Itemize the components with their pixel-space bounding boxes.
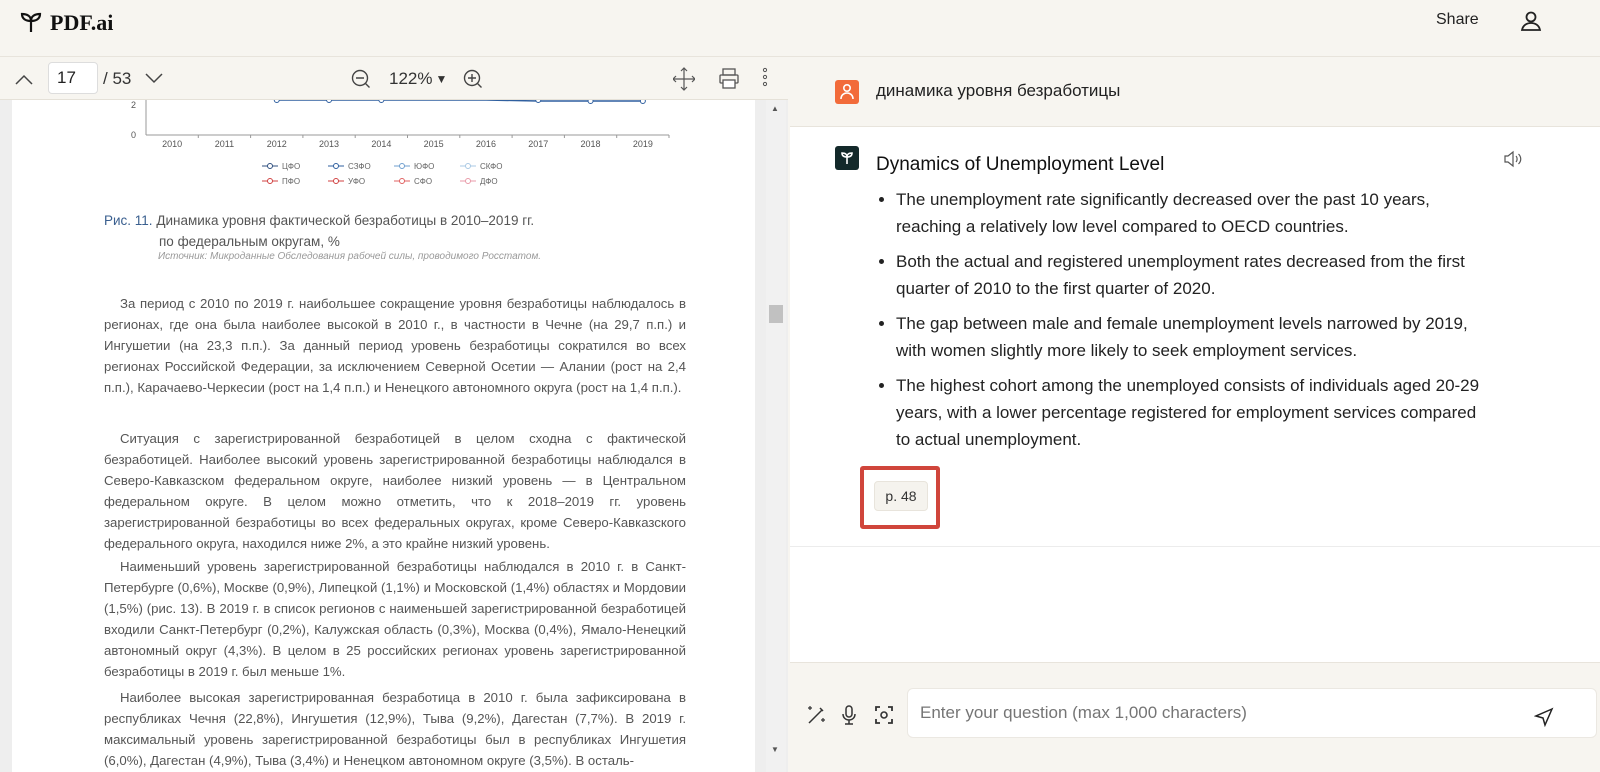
x-tick-label: 2017	[528, 139, 548, 149]
magic-wand-icon[interactable]	[804, 703, 828, 727]
legend-marker	[267, 163, 273, 169]
speaker-icon[interactable]	[1502, 148, 1524, 170]
x-tick-label: 2015	[424, 139, 444, 149]
pdf-viewer: 2 0 2010 2011 2012 2013 2014 2015 2016 2017 2018 20…	[0, 100, 788, 772]
y-tick-label: 0	[131, 130, 136, 140]
data-point	[326, 100, 333, 103]
data-point	[273, 100, 280, 103]
data-point	[378, 100, 385, 103]
zoom-level: 122%	[389, 69, 433, 88]
legend-label: ПФО	[282, 177, 300, 186]
legend-label: ЦФО	[282, 162, 300, 171]
x-tick-label: 2014	[371, 139, 391, 149]
data-point	[587, 100, 594, 104]
legend-label: СЗФО	[348, 162, 371, 171]
scroll-down-arrow-icon[interactable]: ▼	[771, 745, 779, 754]
page-number-input[interactable]	[48, 62, 98, 94]
caret-down-icon: ▼	[435, 72, 448, 86]
y-tick-label: 2	[131, 100, 136, 110]
figure-caption: Рис. 11. Динамика уровня фактической без…	[104, 210, 534, 252]
paragraph: За период с 2010 по 2019 г. наибольшее с…	[104, 296, 686, 395]
scrollbar-thumb[interactable]	[769, 305, 783, 323]
paragraph: Наиболее высокая зарегистрированная безр…	[104, 690, 686, 768]
answer-bullet: The highest cohort among the unemployed …	[896, 372, 1486, 453]
sprout-logo-icon	[20, 12, 42, 32]
legend-marker	[333, 178, 339, 184]
print-icon[interactable]	[718, 58, 740, 100]
answer-bullet: The gap between male and female unemploy…	[896, 310, 1486, 364]
pdf-scrollbar[interactable]: ▲ ▼	[766, 100, 786, 772]
zoom-out-icon[interactable]	[350, 58, 372, 100]
divider	[790, 546, 1600, 547]
zoom-level-dropdown[interactable]: 122% ▼	[389, 58, 447, 100]
screenshot-capture-icon[interactable]	[872, 703, 896, 727]
send-icon[interactable]	[1534, 707, 1554, 727]
legend-label: УФО	[348, 177, 365, 186]
paragraph: Ситуация с зарегистрированной безработиц…	[104, 431, 686, 551]
next-page-icon[interactable]	[144, 58, 164, 100]
paragraph: Наименьший уровень зарегистрированной бе…	[104, 559, 686, 679]
microphone-icon[interactable]	[837, 703, 861, 727]
logo[interactable]: PDF.ai	[20, 10, 113, 36]
x-tick-label: 2010	[162, 139, 182, 149]
x-tick-label: 2013	[319, 139, 339, 149]
data-point	[535, 100, 542, 103]
total-pages: / 53	[103, 69, 132, 88]
page-citation-button[interactable]: p. 48	[874, 481, 928, 511]
pdf-toolbar: / 53 122%▼	[0, 58, 788, 100]
chat-panel: динамика уровня безработицы Dynamics of …	[790, 58, 1600, 772]
legend-label: ЮФО	[414, 162, 434, 171]
x-tick-label: 2016	[476, 139, 496, 149]
x-tick-label: 2012	[267, 139, 287, 149]
answer-bullet: Both the actual and registered unemploym…	[896, 248, 1486, 302]
user-avatar-icon	[835, 80, 859, 104]
more-options-icon[interactable]	[760, 58, 770, 100]
legend-marker	[399, 178, 405, 184]
legend-marker	[465, 178, 471, 184]
previous-page-icon[interactable]	[14, 58, 34, 100]
x-tick-label: 2018	[581, 139, 601, 149]
user-message: динамика уровня безработицы	[790, 58, 1600, 127]
question-input[interactable]	[907, 688, 1597, 738]
x-tick-label: 2011	[215, 139, 234, 149]
pan-move-icon[interactable]	[673, 58, 695, 100]
figure-title-line2: по федеральным округам, %	[159, 234, 340, 249]
answer-bullet: The unemployment rate significantly decr…	[896, 186, 1486, 240]
app-header: PDF.ai Share	[0, 0, 1600, 57]
legend-marker	[267, 178, 273, 184]
answer-title: Dynamics of Unemployment Level	[876, 154, 1165, 175]
legend-label: ДФО	[480, 177, 498, 186]
data-point	[639, 100, 646, 104]
pdf-page: 2 0 2010 2011 2012 2013 2014 2015 2016 2017 2018 20…	[12, 100, 755, 772]
legend-marker	[333, 163, 339, 169]
figure-source: Источник: Микроданные Обследования рабоч…	[158, 251, 542, 262]
chart-fragment: 2 0 2010 2011 2012 2013 2014 2015 2016 2017 2018 20…	[131, 100, 670, 186]
chat-input-area	[790, 662, 1600, 772]
app-name: PDF.ai	[50, 10, 114, 35]
bot-avatar-icon	[835, 146, 859, 170]
figure-title-line1: Динамика уровня фактической безработицы …	[156, 213, 535, 228]
user-account-icon[interactable]	[1518, 8, 1544, 34]
answer-list: The unemployment rate significantly decr…	[896, 186, 1486, 461]
x-tick-label: 2019	[633, 139, 653, 149]
share-button[interactable]: Share	[1436, 11, 1479, 29]
legend-label: СКФО	[480, 162, 502, 171]
zoom-in-icon[interactable]	[462, 58, 484, 100]
figure-label: Рис. 11.	[104, 213, 153, 228]
user-question: динамика уровня безработицы	[876, 81, 1121, 100]
legend-marker	[399, 163, 405, 169]
citation-highlight: p. 48	[860, 466, 940, 529]
legend-label: СФО	[414, 177, 432, 186]
scroll-up-arrow-icon[interactable]: ▲	[771, 104, 779, 113]
legend-marker	[465, 163, 471, 169]
